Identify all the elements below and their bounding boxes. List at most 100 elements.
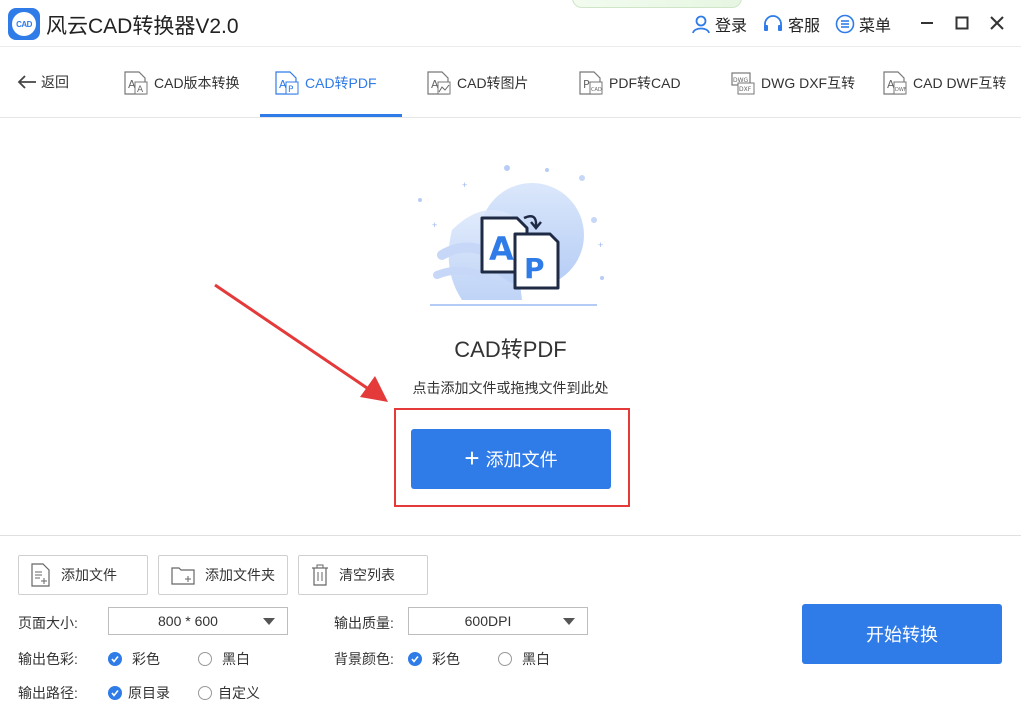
headset-icon (764, 15, 782, 31)
top-banner-pill[interactable] (572, 0, 742, 8)
add-folder-icon (171, 567, 195, 585)
menu-icon (835, 14, 855, 34)
output-color-radio-color[interactable]: 彩色 (108, 649, 160, 669)
page-size-value: 800 * 600 (158, 613, 218, 629)
app-title: 风云CAD转换器V2.0 (46, 15, 239, 38)
add-file-icon (31, 563, 50, 587)
login-label: 登录 (715, 18, 748, 35)
bg-color-option-color: 彩色 (432, 651, 460, 667)
svg-text:CAD: CAD (591, 87, 602, 93)
output-path-radio-custom[interactable]: 自定义 (198, 683, 260, 703)
add-folder-button[interactable]: 添加文件夹 (158, 555, 288, 595)
bg-color-radio-color[interactable]: 彩色 (408, 649, 460, 669)
app-logo: CAD (8, 8, 40, 40)
login-button[interactable]: 登录 (691, 12, 747, 36)
tab-cad-to-pdf-label: CAD转PDF (305, 75, 377, 91)
output-path-radio-original[interactable]: 原目录 (108, 683, 170, 703)
document-pdf-icon: P CAD (579, 71, 603, 95)
user-icon (692, 15, 710, 34)
settings-panel: 添加文件 添加文件夹 清空列表 页面大小: 800 * 600 输出质量: 60… (0, 535, 1021, 717)
back-button[interactable]: 返回 (17, 72, 69, 92)
output-path-option-original: 原目录 (128, 685, 170, 701)
tab-cad-version-label: CAD版本转换 (154, 75, 240, 91)
tab-cad-to-image[interactable]: A CAD转图片 (426, 48, 529, 118)
add-file-label: 添加文件 (61, 567, 117, 583)
add-file-main-label: 添加文件 (485, 450, 558, 470)
document-ap-icon: A P (275, 71, 299, 95)
add-file-main-button[interactable]: + 添加文件 (411, 429, 611, 489)
radio-checked-icon (108, 652, 122, 666)
output-color-option-bw: 黑白 (222, 651, 250, 667)
svg-text:DXF: DXF (739, 86, 752, 93)
quality-value: 600DPI (464, 613, 512, 629)
tab-dwg-dxf-label: DWG DXF互转 (761, 75, 856, 91)
file-convert-illustration: + + + A P (418, 165, 604, 306)
add-file-button[interactable]: 添加文件 (18, 555, 148, 595)
output-color-option-color: 彩色 (132, 651, 160, 667)
clear-list-button[interactable]: 清空列表 (298, 555, 428, 595)
radio-unchecked-icon (498, 652, 512, 666)
service-button[interactable]: 客服 (762, 12, 820, 36)
document-image-icon: A (427, 71, 451, 95)
bg-color-radio-bw[interactable]: 黑白 (498, 649, 550, 669)
output-color-radio-bw[interactable]: 黑白 (198, 649, 250, 669)
output-path-option-custom: 自定义 (218, 685, 260, 701)
svg-text:DWF: DWF (895, 87, 907, 93)
radio-unchecked-icon (198, 652, 212, 666)
maximize-button[interactable] (951, 12, 973, 34)
chevron-down-icon (563, 618, 575, 625)
arrow-left-icon (17, 75, 36, 89)
document-dwf-icon: A DWF (883, 71, 907, 95)
quality-label: 输出质量: (334, 615, 394, 631)
svg-text:+: + (432, 220, 437, 230)
minimize-icon (921, 22, 933, 24)
svg-text:A: A (137, 85, 144, 95)
tab-cad-dwf-label: CAD DWF互转 (913, 75, 1007, 91)
chevron-down-icon (263, 618, 275, 625)
title-bar: CAD 风云CAD转换器V2.0 登录 客服 菜单 (0, 0, 1021, 47)
page-size-label: 页面大小: (18, 615, 78, 631)
tab-cad-dwf[interactable]: A DWF CAD DWF互转 (882, 48, 1006, 118)
tab-pdf-to-cad[interactable]: P CAD PDF转CAD (578, 48, 681, 118)
app-logo-text: CAD (12, 12, 36, 36)
maximize-icon (955, 16, 969, 30)
output-color-label: 输出色彩: (18, 651, 78, 667)
clear-list-label: 清空列表 (339, 567, 395, 583)
document-a-icon: A A (124, 71, 148, 95)
add-folder-label: 添加文件夹 (205, 567, 275, 583)
tab-dwg-dxf[interactable]: DWG DXF DWG DXF互转 (730, 48, 855, 118)
bg-color-option-bw: 黑白 (522, 651, 550, 667)
quality-select[interactable]: 600DPI (408, 607, 588, 635)
radio-checked-icon (408, 652, 422, 666)
bg-color-label: 背景颜色: (334, 651, 394, 667)
close-button[interactable] (986, 12, 1008, 34)
output-path-label: 输出路径: (18, 685, 78, 701)
active-tab-indicator (260, 114, 402, 117)
radio-unchecked-icon (198, 686, 212, 700)
radio-checked-icon (108, 686, 122, 700)
document-dwg-icon: DWG DXF (731, 72, 755, 95)
main-title: CAD转PDF (454, 337, 567, 362)
menu-label: 菜单 (859, 18, 892, 35)
trash-icon (312, 564, 328, 586)
service-label: 客服 (788, 18, 821, 35)
red-arrow-annotation (214, 283, 388, 402)
page-size-select[interactable]: 800 * 600 (108, 607, 288, 635)
svg-text:A: A (489, 230, 514, 268)
back-label: 返回 (41, 74, 69, 90)
svg-text:+: + (462, 180, 467, 190)
menu-button[interactable]: 菜单 (835, 12, 891, 36)
svg-text:+: + (598, 240, 603, 250)
plus-icon: + (464, 442, 480, 473)
start-convert-button[interactable]: 开始转换 (802, 604, 1002, 664)
tab-cad-to-image-label: CAD转图片 (457, 75, 529, 91)
svg-text:P: P (583, 78, 590, 91)
svg-text:P: P (288, 85, 294, 95)
close-icon (990, 16, 1004, 30)
drop-hint: 点击添加文件或拖拽文件到此处 (412, 380, 609, 396)
tab-cad-to-pdf[interactable]: A P CAD转PDF (274, 48, 377, 118)
svg-text:P: P (524, 252, 545, 285)
tab-pdf-to-cad-label: PDF转CAD (609, 75, 681, 91)
tab-cad-version[interactable]: A A CAD版本转换 (123, 48, 240, 118)
minimize-button[interactable] (916, 12, 938, 34)
